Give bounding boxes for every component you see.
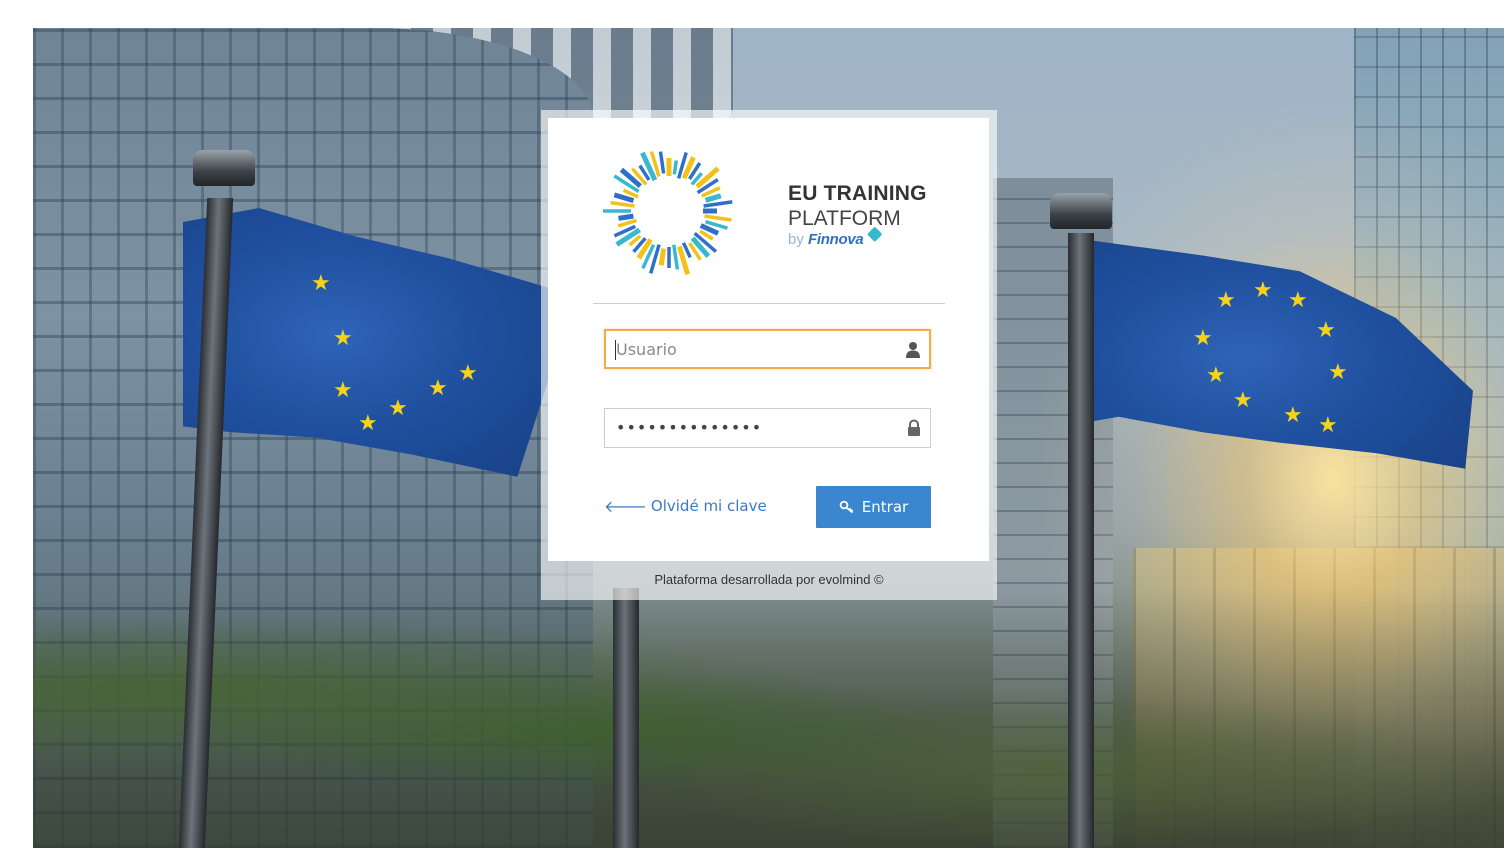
login-button[interactable]: Entrar bbox=[816, 486, 931, 528]
logo-ray bbox=[704, 214, 732, 222]
flag-star: ★ bbox=[311, 271, 331, 296]
flag-star: ★ bbox=[358, 411, 378, 436]
login-button-label: Entrar bbox=[861, 498, 909, 516]
logo-ray bbox=[658, 151, 666, 174]
logo-ray bbox=[613, 192, 635, 203]
footer-credit: Plataforma desarrollada por evolmind © bbox=[654, 572, 884, 587]
forgot-password-link[interactable]: 🡐 Olvidé mi clave bbox=[604, 496, 767, 516]
brand-by-line: by Finnova bbox=[788, 226, 927, 248]
trees bbox=[33, 588, 1504, 848]
brand-subtitle: PLATFORM bbox=[788, 207, 901, 230]
eu-training-logo-icon bbox=[603, 151, 733, 276]
divider bbox=[593, 303, 945, 304]
user-icon bbox=[906, 342, 920, 358]
flag-star: ★ bbox=[333, 378, 353, 403]
flag-star: ★ bbox=[1216, 288, 1236, 313]
flagpole-cap-left bbox=[193, 150, 255, 186]
key-icon bbox=[839, 500, 855, 514]
flagpole-cap-right bbox=[1050, 193, 1112, 229]
flag-star: ★ bbox=[333, 326, 353, 351]
flag-star: ★ bbox=[1316, 318, 1336, 343]
flagpole-middle bbox=[613, 588, 639, 848]
lock-icon bbox=[908, 419, 920, 436]
logo-ray bbox=[610, 200, 635, 208]
logo-ray bbox=[672, 160, 679, 175]
login-card: EU TRAINING PLATFORM by Finnova ••••••••… bbox=[548, 118, 989, 561]
flag-star: ★ bbox=[1318, 413, 1338, 438]
arrow-left-icon: 🡐 bbox=[604, 497, 647, 516]
flag-star: ★ bbox=[388, 396, 408, 421]
flag-star: ★ bbox=[1253, 278, 1273, 303]
brand-block: EU TRAINING PLATFORM by Finnova bbox=[788, 182, 927, 248]
brand-by: by bbox=[788, 231, 804, 248]
flag-star: ★ bbox=[1328, 360, 1348, 385]
brand-title: EU TRAINING bbox=[788, 182, 927, 205]
brand-partner: Finnova bbox=[808, 231, 864, 248]
flag-star: ★ bbox=[458, 361, 478, 386]
forgot-password-label: Olvidé mi clave bbox=[650, 497, 767, 515]
password-field[interactable]: •••••••••••••• bbox=[604, 408, 931, 448]
login-panel: EU TRAINING PLATFORM by Finnova ••••••••… bbox=[541, 110, 997, 600]
logo-ray bbox=[704, 193, 722, 203]
flag-star: ★ bbox=[1206, 363, 1226, 388]
login-actions: 🡐 Olvidé mi clave Entrar bbox=[604, 486, 931, 530]
logo-ray bbox=[617, 218, 637, 228]
logo-ray bbox=[618, 213, 634, 221]
username-input[interactable] bbox=[606, 331, 929, 367]
flag-star: ★ bbox=[428, 376, 448, 401]
flag-star: ★ bbox=[1283, 403, 1303, 428]
text-caret bbox=[615, 340, 616, 360]
password-input[interactable]: •••••••••••••• bbox=[616, 418, 762, 437]
logo-ray bbox=[703, 200, 733, 208]
username-field[interactable] bbox=[604, 329, 931, 369]
logo-ray bbox=[658, 248, 667, 266]
flag-star: ★ bbox=[1288, 288, 1308, 313]
logo-ray bbox=[672, 244, 680, 270]
flag-star: ★ bbox=[1193, 326, 1213, 351]
flag-star: ★ bbox=[1233, 388, 1253, 413]
flagpole-right bbox=[1068, 233, 1094, 848]
